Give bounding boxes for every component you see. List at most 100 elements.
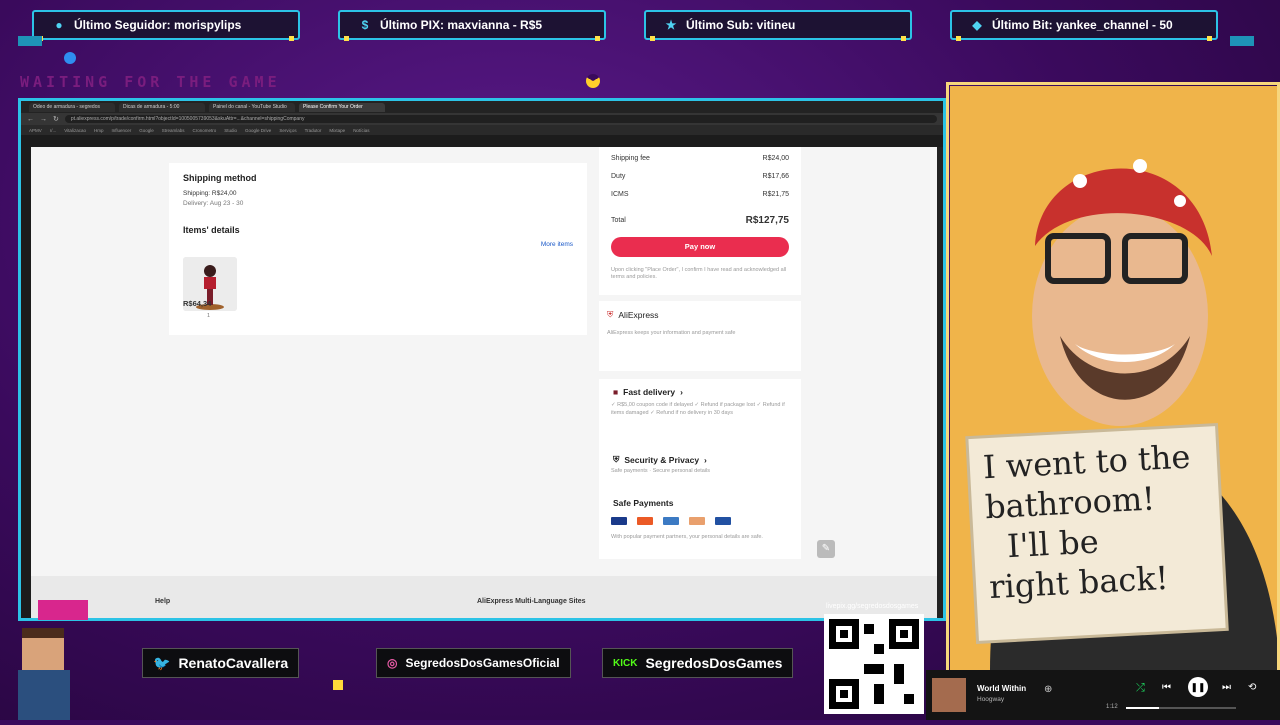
product-quantity[interactable]: 1 xyxy=(207,313,210,319)
aliexpress-card: ⛨ AliExpress AliExpress keeps your infor… xyxy=(599,301,801,371)
more-items-link[interactable]: More items xyxy=(541,241,573,248)
previous-icon[interactable]: ⏮ xyxy=(1162,682,1171,693)
edit-icon[interactable]: ✎ xyxy=(817,540,835,558)
chevron-right-icon: › xyxy=(704,454,707,465)
bookmark[interactable]: Vitalizacao xyxy=(64,128,86,133)
shipping-cost: Shipping: R$24,00 xyxy=(183,190,237,197)
star-icon: ★ xyxy=(665,18,677,32)
instagram-icon: ◎ xyxy=(387,656,398,670)
shuffle-icon[interactable]: ⤮ xyxy=(1136,682,1145,695)
boleto-icon xyxy=(689,517,705,525)
shipping-method-title: Shipping method xyxy=(183,173,257,183)
browser-window: Odeo de armadura - segredos Dicas de arm… xyxy=(18,98,946,621)
add-icon[interactable]: ⊕ xyxy=(1044,684,1052,695)
feature-desc: Safe payments · Secure personal details xyxy=(611,468,711,474)
visa-icon xyxy=(611,517,627,525)
bookmark[interactable]: Serviços xyxy=(279,128,296,133)
bookmark[interactable]: Mixtape xyxy=(329,128,345,133)
row-label: Duty xyxy=(611,173,626,180)
decor-dot xyxy=(64,52,76,64)
url-field[interactable]: pt.aliexpress.com/p/trade/confirm.html?o… xyxy=(64,115,937,123)
scrollbar[interactable] xyxy=(937,147,943,618)
alert-label: Último Seguidor: morispylips xyxy=(74,18,242,32)
row-value: R$17,66 xyxy=(762,173,789,180)
bookmark[interactable]: Tradutor xyxy=(305,128,322,133)
summary-row-shipping: Shipping fee R$24,00 xyxy=(611,155,789,162)
back-icon[interactable]: ← xyxy=(27,116,34,123)
footer-help[interactable]: Help xyxy=(155,598,170,605)
qr-code xyxy=(824,614,924,714)
tab-bar: Odeo de armadura - segredos Dicas de arm… xyxy=(21,101,943,113)
bookmark[interactable]: Google Drive xyxy=(245,128,271,133)
feature-fast-delivery[interactable]: ■ Fast delivery › xyxy=(613,387,683,397)
waiting-text: WAITING FOR THE GAME xyxy=(20,73,281,91)
aliexpress-title: AliExpress xyxy=(618,309,659,320)
bookmark[interactable]: Streamlabs xyxy=(162,128,185,133)
bookmark[interactable]: r/... xyxy=(50,128,57,133)
bookmark[interactable]: Hmp xyxy=(94,128,104,133)
social-kick: KICK SegredosDosGames xyxy=(602,648,794,678)
shield-icon: ⛨ xyxy=(613,454,620,464)
reload-icon[interactable]: ↻ xyxy=(53,115,59,123)
forward-icon[interactable]: → xyxy=(40,116,47,123)
next-icon[interactable]: ⏭ xyxy=(1222,682,1231,693)
summary-card: Shipping fee R$24,00 Duty R$17,66 ICMS R… xyxy=(599,147,801,295)
track-artist: Hoogway xyxy=(977,696,1005,703)
browser-tab[interactable]: Odeo de armadura - segredos xyxy=(29,102,115,112)
social-twitter: 🐦 RenatoCavallera xyxy=(142,648,300,678)
total-label: Total xyxy=(611,217,626,224)
feature-desc: With popular payment partners, your pers… xyxy=(611,534,763,540)
legal-text: Upon clicking "Place Order", I confirm I… xyxy=(611,267,787,280)
summary-total: Total R$127,75 xyxy=(611,215,789,226)
feature-title: Security & Privacy xyxy=(624,454,700,465)
feature-safe-payments: Safe Payments xyxy=(613,498,673,508)
alert-label: Último Sub: vitineu xyxy=(686,18,796,32)
bookmark[interactable]: Studio xyxy=(224,128,237,133)
features-card: ■ Fast delivery › ✓ R$5,00 coupon code i… xyxy=(599,379,801,559)
page-footer: Help AliExpress Multi-Language Sites xyxy=(31,576,937,618)
dollar-icon: $ xyxy=(361,18,369,32)
decor-tab xyxy=(1230,36,1254,46)
order-card: Shipping method Shipping: R$24,00 Delive… xyxy=(169,163,587,335)
twitter-icon: 🐦 xyxy=(153,654,171,671)
box-icon: ■ xyxy=(613,387,619,397)
diamond-icon: ◆ xyxy=(972,18,982,32)
bookmark[interactable]: Influencer xyxy=(111,128,131,133)
pause-icon[interactable]: ❚❚ xyxy=(1188,677,1208,697)
progress-fill xyxy=(1126,707,1159,709)
kick-icon: KICK xyxy=(613,657,638,669)
pay-now-button[interactable]: Pay now xyxy=(611,237,789,257)
browser-tab[interactable]: Dicas de armadura - 5:00 xyxy=(119,102,205,112)
amex-icon xyxy=(663,517,679,525)
alert-last-sub: ★ Último Sub: vitineu xyxy=(644,10,912,41)
elapsed-time: 1:12 xyxy=(1106,704,1118,710)
feature-title: Fast delivery xyxy=(623,387,676,397)
bookmark[interactable]: Google xyxy=(139,128,154,133)
total-value: R$127,75 xyxy=(745,215,789,226)
feature-title: Safe Payments xyxy=(613,498,674,508)
repeat-icon[interactable]: ⟲ xyxy=(1248,682,1256,693)
bookmark[interactable]: Notícias xyxy=(353,128,369,133)
social-label: RenatoCavallera xyxy=(178,655,289,671)
jcb-icon xyxy=(715,517,731,525)
bookmark[interactable]: APMV xyxy=(29,128,42,133)
feature-desc: ✓ R$5,00 coupon code if delayed ✓ Refund… xyxy=(611,402,785,416)
footer-multilang[interactable]: AliExpress Multi-Language Sites xyxy=(477,598,586,605)
row-label: Shipping fee xyxy=(611,155,650,162)
row-label: ICMS xyxy=(611,191,629,198)
feature-security[interactable]: ⛨ Security & Privacy › xyxy=(613,454,707,465)
browser-tab[interactable]: Painel do canal - YouTube Studio xyxy=(209,102,295,112)
chevron-right-icon: › xyxy=(680,387,683,397)
bookmark[interactable]: Cronometro xyxy=(193,128,217,133)
delivery-date: Delivery: Aug 23 - 30 xyxy=(183,200,244,207)
mastercard-icon xyxy=(637,517,653,525)
progress-bar[interactable] xyxy=(1126,707,1236,709)
browser-tab-active[interactable]: Please Confirm Your Order xyxy=(299,102,385,112)
social-instagram: ◎ SegredosDosGamesOficial xyxy=(376,648,571,678)
music-player: World Within Hoogway ⊕ ⤮ ⏮ ❚❚ ⏭ ⟲ 1:12 xyxy=(926,670,1280,720)
social-label: SegredosDosGames xyxy=(645,655,783,671)
aliexpress-desc: AliExpress keeps your information and pa… xyxy=(607,330,736,336)
qr-caption: livepix.gg/segredosdosgames xyxy=(826,603,919,610)
album-art xyxy=(932,678,966,712)
track-title: World Within xyxy=(977,684,1027,693)
